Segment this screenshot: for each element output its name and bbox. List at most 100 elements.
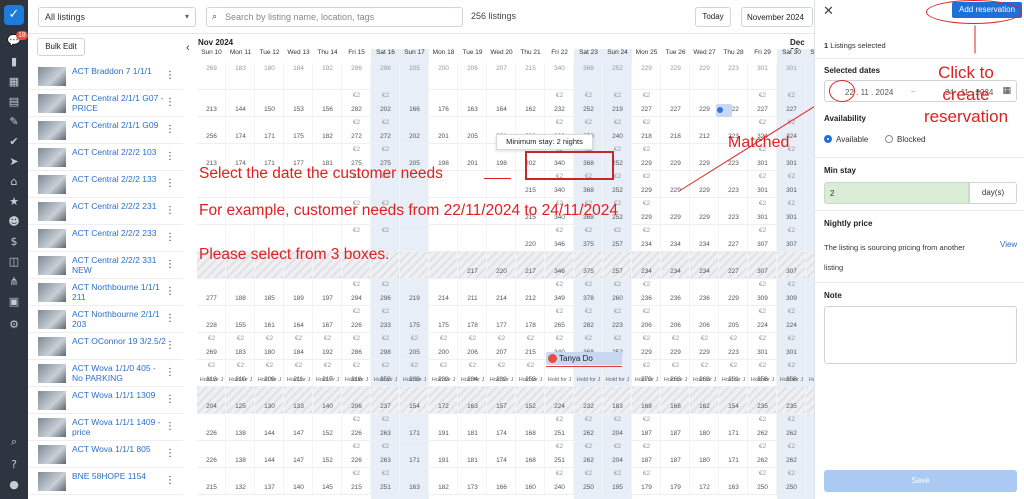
calendar-cell[interactable]: 227 bbox=[806, 63, 814, 90]
calendar-cell[interactable]: €2 240 bbox=[545, 468, 574, 495]
listing-row[interactable]: ACT Braddon 7 1/1/1 ⋮ bbox=[28, 63, 183, 90]
calendar-cell[interactable]: 172 bbox=[429, 387, 458, 414]
calendar-cell[interactable] bbox=[487, 225, 516, 252]
calendar-cell[interactable]: 298 bbox=[371, 63, 400, 90]
calendar-cell[interactable]: 177 bbox=[487, 306, 516, 333]
calendar-cell[interactable]: €2 227 bbox=[632, 90, 661, 117]
calendar-cell[interactable]: 140 bbox=[284, 468, 313, 495]
calendar-cell[interactable]: 206 bbox=[690, 306, 719, 333]
user-avatar-icon[interactable]: ● bbox=[0, 478, 28, 491]
listing-row[interactable]: ACT Central 2/1/1 G09 ⋮ bbox=[28, 117, 183, 144]
hold-label[interactable]: Hold for J bbox=[487, 374, 516, 386]
calendar-cell[interactable]: €2 229 bbox=[632, 144, 661, 171]
hold-label[interactable]: Hold for J bbox=[690, 374, 719, 386]
listing-name[interactable]: ACT Central 2/2/2 231 bbox=[72, 201, 167, 211]
analytics-icon[interactable]: ▮ bbox=[0, 55, 28, 68]
calendar-cell[interactable]: €2 219 bbox=[603, 90, 632, 117]
calendar-cell[interactable]: €2 223 bbox=[603, 306, 632, 333]
calendar-cell[interactable]: 180 bbox=[690, 414, 719, 441]
calendar-cell[interactable]: 229 bbox=[661, 144, 690, 171]
calendar-cell[interactable]: 164 bbox=[487, 90, 516, 117]
calendar-cell[interactable]: €2 207 bbox=[487, 333, 516, 360]
calendar-cell[interactable]: 130 bbox=[255, 387, 284, 414]
reviews-star-icon[interactable]: ★ bbox=[0, 195, 28, 208]
hold-label[interactable]: Hold for J bbox=[603, 374, 632, 386]
calendar-cell[interactable]: 227 bbox=[661, 90, 690, 117]
calendar-cell[interactable]: 144 bbox=[255, 441, 284, 468]
calendar-cell[interactable]: 212 bbox=[516, 279, 545, 306]
calendar-cell[interactable]: 152 bbox=[313, 441, 342, 468]
calendar-cell[interactable]: €2 375 bbox=[574, 225, 603, 252]
calendar-cell[interactable]: 163 bbox=[400, 468, 429, 495]
finance-dollar-icon[interactable]: $ bbox=[0, 235, 28, 248]
calendar-cell[interactable]: 234 bbox=[690, 252, 719, 279]
month-picker[interactable]: November 2024 bbox=[741, 7, 813, 27]
calendar-cell[interactable]: 231 bbox=[806, 225, 814, 252]
calendar-cell[interactable]: €2 301 bbox=[748, 171, 777, 198]
calendar-cell[interactable]: 182 bbox=[429, 468, 458, 495]
listing-name[interactable]: ACT Wova 1/1/1 805 bbox=[72, 444, 167, 454]
calendar-cell[interactable]: 171 bbox=[400, 414, 429, 441]
more-options-icon[interactable]: ⋮ bbox=[165, 124, 175, 135]
calendar-cell[interactable]: 137 bbox=[255, 468, 284, 495]
calendar-cell[interactable]: €2 234 bbox=[632, 225, 661, 252]
calendar-cell[interactable]: 211 bbox=[458, 279, 487, 306]
more-options-icon[interactable]: ⋮ bbox=[165, 232, 175, 243]
calendar-cell[interactable]: 184 bbox=[284, 63, 313, 90]
calendar-cell[interactable]: 175 bbox=[400, 306, 429, 333]
calendar-cell[interactable]: €2 378 bbox=[574, 279, 603, 306]
calendar-cell[interactable]: 213 bbox=[197, 90, 226, 117]
calendar-cell[interactable]: 175 bbox=[284, 117, 313, 144]
calendar-cell[interactable]: 235 bbox=[777, 387, 806, 414]
calendar-cell[interactable]: 185 bbox=[255, 279, 284, 306]
calendar-cell[interactable] bbox=[458, 171, 487, 198]
guests-icon[interactable]: ☻ bbox=[0, 215, 28, 228]
calendar-cell[interactable]: €2 236 bbox=[632, 279, 661, 306]
more-options-icon[interactable]: ⋮ bbox=[165, 340, 175, 351]
calendar-cell[interactable]: 226 bbox=[197, 414, 226, 441]
calendar-cell[interactable]: 154 bbox=[400, 387, 429, 414]
calendar-cell[interactable]: 205 bbox=[458, 117, 487, 144]
calendar-cell[interactable]: 164 bbox=[284, 306, 313, 333]
channels-icon[interactable]: ▣ bbox=[0, 295, 28, 308]
calendar-cell[interactable]: 227 bbox=[719, 225, 748, 252]
calendar-cell[interactable]: 153 bbox=[284, 90, 313, 117]
calendar-cell[interactable] bbox=[487, 171, 516, 198]
calendar-cell[interactable]: 223 bbox=[719, 198, 748, 225]
calendar-cell[interactable]: 170 bbox=[806, 468, 814, 495]
calendar-cell[interactable]: €2 195 bbox=[603, 468, 632, 495]
calendar-cell[interactable]: 236 bbox=[661, 279, 690, 306]
calendar-cell[interactable]: 307 bbox=[777, 252, 806, 279]
calendar-cell[interactable]: €2 257 bbox=[603, 225, 632, 252]
calendar-cell[interactable]: €2 224 bbox=[748, 306, 777, 333]
calendar-cell[interactable]: 161 bbox=[255, 306, 284, 333]
calendar-cell[interactable]: €2 232 bbox=[545, 90, 574, 117]
calendar-cell[interactable]: €2 204 bbox=[603, 441, 632, 468]
more-options-icon[interactable]: ⋮ bbox=[165, 394, 175, 405]
calendar-cell[interactable]: €2 251 bbox=[545, 441, 574, 468]
calendar-cell[interactable]: 187 bbox=[661, 441, 690, 468]
calendar-cell[interactable]: 138 bbox=[226, 441, 255, 468]
calendar-cell[interactable]: 286 bbox=[342, 63, 371, 90]
calendar-cell[interactable]: €2 301 bbox=[777, 333, 806, 360]
integrations-icon[interactable]: ◫ bbox=[0, 255, 28, 268]
calendar-cell[interactable]: €2 282 bbox=[574, 306, 603, 333]
hold-label[interactable]: Hold for J bbox=[574, 374, 603, 386]
calendar-cell[interactable]: €2 301 bbox=[777, 198, 806, 225]
calendar-cell[interactable]: €2 349 bbox=[545, 279, 574, 306]
calendar-cell[interactable]: 160 bbox=[806, 387, 814, 414]
min-stay-input[interactable]: 2 bbox=[824, 182, 969, 204]
calendar-cell[interactable]: 168 bbox=[516, 414, 545, 441]
note-textarea[interactable] bbox=[824, 306, 1017, 364]
calendar-cell[interactable]: 229 bbox=[690, 198, 719, 225]
calendar-cell[interactable]: 180 bbox=[255, 63, 284, 90]
listing-row[interactable]: ACT Northbourne 1/1/1 211 ⋮ bbox=[28, 279, 183, 306]
calendar-cell[interactable]: 187 bbox=[661, 414, 690, 441]
calendar-cell[interactable]: 202 bbox=[400, 117, 429, 144]
share-icon[interactable]: ⋔ bbox=[0, 275, 28, 288]
calendar-cell[interactable]: €2 263 bbox=[371, 414, 400, 441]
calendar-cell[interactable]: 133 bbox=[284, 387, 313, 414]
more-options-icon[interactable]: ⋮ bbox=[165, 313, 175, 324]
calendar-cell[interactable]: €2 307 bbox=[748, 225, 777, 252]
calendar-cell[interactable]: 163 bbox=[719, 468, 748, 495]
